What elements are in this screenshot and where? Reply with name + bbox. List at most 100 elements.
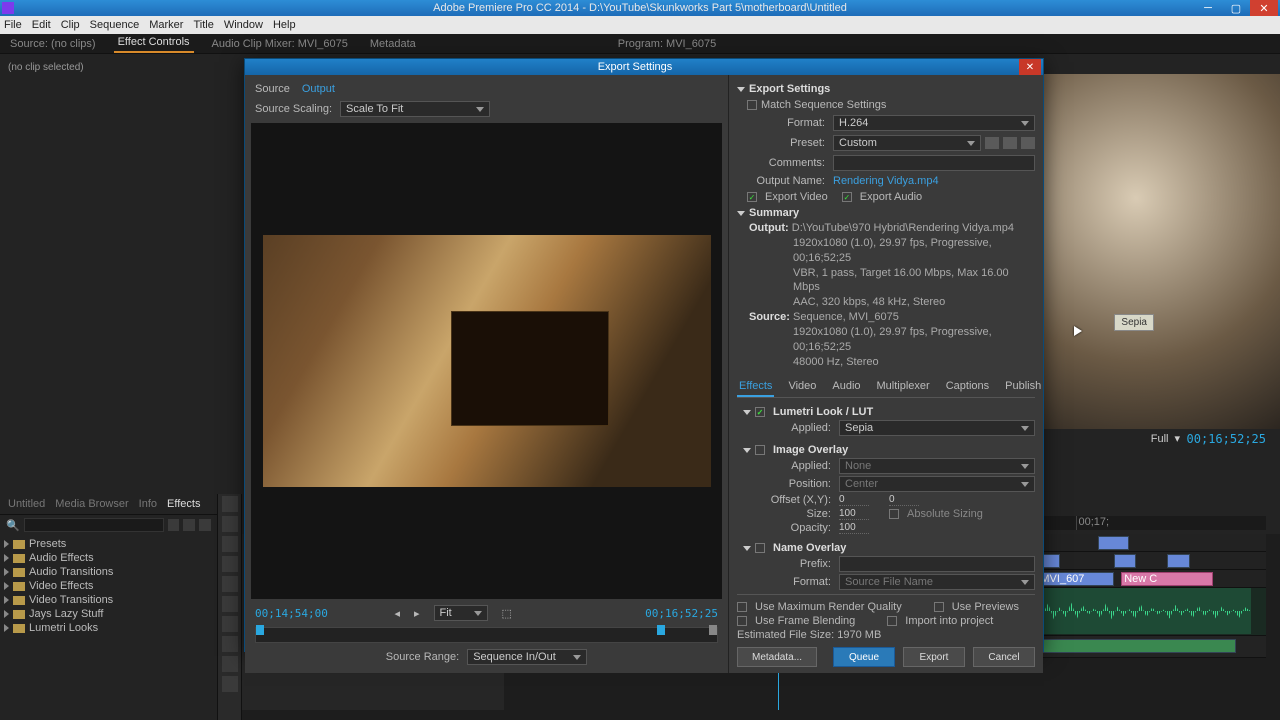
queue-button[interactable]: Queue: [833, 647, 895, 667]
size-input[interactable]: [839, 508, 869, 520]
tab-metadata[interactable]: Metadata: [366, 35, 420, 53]
tree-item[interactable]: Audio Transitions: [4, 565, 213, 579]
dialog-titlebar[interactable]: Export Settings ✕: [245, 59, 1043, 75]
export-button[interactable]: Export: [903, 647, 965, 667]
tab-project-untitled[interactable]: Untitled: [8, 498, 45, 510]
position-select[interactable]: Center: [839, 476, 1035, 492]
import-preset-icon[interactable]: [1003, 137, 1017, 149]
tab-source[interactable]: Source: (no clips): [6, 35, 100, 53]
menu-clip[interactable]: Clip: [61, 19, 80, 31]
lumetri-select[interactable]: Sepia: [839, 420, 1035, 436]
video-clip[interactable]: [1167, 554, 1190, 568]
name-overlay-checkbox[interactable]: [755, 543, 765, 553]
tab-effects[interactable]: Effects: [167, 498, 200, 510]
tab-media-browser[interactable]: Media Browser: [55, 498, 128, 510]
slip-tool[interactable]: [222, 616, 238, 632]
timecode-in[interactable]: 00;14;54;00: [255, 607, 328, 620]
menu-title[interactable]: Title: [193, 19, 213, 31]
subtab-video[interactable]: Video: [786, 377, 818, 397]
output-name-link[interactable]: Rendering Vidya.mp4: [833, 175, 939, 187]
video-clip-new[interactable]: New C: [1121, 572, 1212, 586]
prefix-input[interactable]: [839, 556, 1035, 572]
tab-program[interactable]: Program: MVI_6075: [614, 35, 720, 53]
image-overlay-checkbox[interactable]: [755, 445, 765, 455]
rate-stretch-tool[interactable]: [222, 576, 238, 592]
image-overlay-select[interactable]: None: [839, 458, 1035, 474]
twisty-icon[interactable]: [743, 546, 751, 551]
lumetri-checkbox[interactable]: ✓: [755, 407, 765, 417]
twisty-icon[interactable]: [737, 211, 745, 216]
menu-sequence[interactable]: Sequence: [90, 19, 140, 31]
source-range-select[interactable]: Sequence In/Out: [467, 649, 587, 665]
tree-item[interactable]: Audio Effects: [4, 551, 213, 565]
hand-tool[interactable]: [222, 656, 238, 672]
subtab-audio[interactable]: Audio: [830, 377, 862, 397]
track-select-tool[interactable]: [222, 516, 238, 532]
fx-badge-icon-2[interactable]: [183, 519, 195, 531]
prev-frame-icon[interactable]: ◂: [394, 607, 400, 620]
tab-effect-controls[interactable]: Effect Controls: [114, 33, 194, 53]
tab-info[interactable]: Info: [139, 498, 157, 510]
fx-badge-icon[interactable]: [168, 519, 180, 531]
menu-help[interactable]: Help: [273, 19, 296, 31]
format-select[interactable]: H.264: [833, 115, 1035, 131]
timecode-out[interactable]: 00;16;52;25: [645, 607, 718, 620]
export-video-checkbox[interactable]: ✓: [747, 192, 757, 202]
source-scaling-select[interactable]: Scale To Fit: [340, 101, 490, 117]
comments-input[interactable]: [833, 155, 1035, 171]
frame-blending-checkbox[interactable]: [737, 616, 747, 626]
metadata-button[interactable]: Metadata...: [737, 647, 817, 667]
aspect-ratio-icon[interactable]: ⬚: [502, 607, 512, 620]
tree-item[interactable]: Lumetri Looks: [4, 621, 213, 635]
twisty-icon[interactable]: [737, 87, 745, 92]
razor-tool[interactable]: [222, 596, 238, 612]
tab-source[interactable]: Source: [255, 83, 290, 95]
zoom-tool[interactable]: [222, 676, 238, 692]
video-clip[interactable]: MVI_607: [1037, 572, 1113, 586]
max-render-checkbox[interactable]: [737, 602, 747, 612]
preset-select[interactable]: Custom: [833, 135, 981, 151]
opacity-input[interactable]: [839, 522, 869, 534]
offset-x-input[interactable]: [839, 494, 869, 506]
menu-window[interactable]: Window: [224, 19, 263, 31]
minimize-button[interactable]: ─: [1194, 0, 1222, 16]
export-timeline[interactable]: [255, 627, 718, 643]
menu-marker[interactable]: Marker: [149, 19, 183, 31]
delete-preset-icon[interactable]: [1021, 137, 1035, 149]
tree-item[interactable]: Video Transitions: [4, 593, 213, 607]
tab-output[interactable]: Output: [302, 83, 335, 95]
rolling-edit-tool[interactable]: [222, 556, 238, 572]
selection-tool[interactable]: [222, 496, 238, 512]
twisty-icon[interactable]: [743, 448, 751, 453]
tree-item[interactable]: Presets: [4, 537, 213, 551]
video-clip[interactable]: [1098, 536, 1128, 550]
video-clip[interactable]: [1114, 554, 1137, 568]
fit-select[interactable]: Fit: [434, 605, 488, 621]
ripple-edit-tool[interactable]: [222, 536, 238, 552]
subtab-effects[interactable]: Effects: [737, 377, 774, 397]
dialog-close-button[interactable]: ✕: [1019, 59, 1041, 75]
subtab-publish[interactable]: Publish: [1003, 377, 1043, 397]
menu-edit[interactable]: Edit: [32, 19, 51, 31]
cancel-button[interactable]: Cancel: [973, 647, 1035, 667]
use-previews-checkbox[interactable]: [934, 602, 944, 612]
chevron-down-icon[interactable]: ▾: [1174, 432, 1180, 445]
pen-tool[interactable]: [222, 636, 238, 652]
subtab-multiplexer[interactable]: Multiplexer: [875, 377, 932, 397]
export-audio-checkbox[interactable]: ✓: [842, 192, 852, 202]
tree-item[interactable]: Video Effects: [4, 579, 213, 593]
offset-y-input[interactable]: [889, 494, 919, 506]
tree-item[interactable]: Jays Lazy Stuff: [4, 607, 213, 621]
program-zoom[interactable]: Full: [1151, 433, 1169, 445]
next-frame-icon[interactable]: ▸: [414, 607, 420, 620]
name-format-select[interactable]: Source File Name: [839, 574, 1035, 590]
close-button[interactable]: ✕: [1250, 0, 1278, 16]
save-preset-icon[interactable]: [985, 137, 999, 149]
maximize-button[interactable]: ▢: [1222, 0, 1250, 16]
twisty-icon[interactable]: [743, 410, 751, 415]
menu-file[interactable]: File: [4, 19, 22, 31]
fx-badge-icon-3[interactable]: [199, 519, 211, 531]
match-seq-checkbox[interactable]: [747, 100, 757, 110]
import-project-checkbox[interactable]: [887, 616, 897, 626]
tab-audio-mixer[interactable]: Audio Clip Mixer: MVI_6075: [208, 35, 352, 53]
